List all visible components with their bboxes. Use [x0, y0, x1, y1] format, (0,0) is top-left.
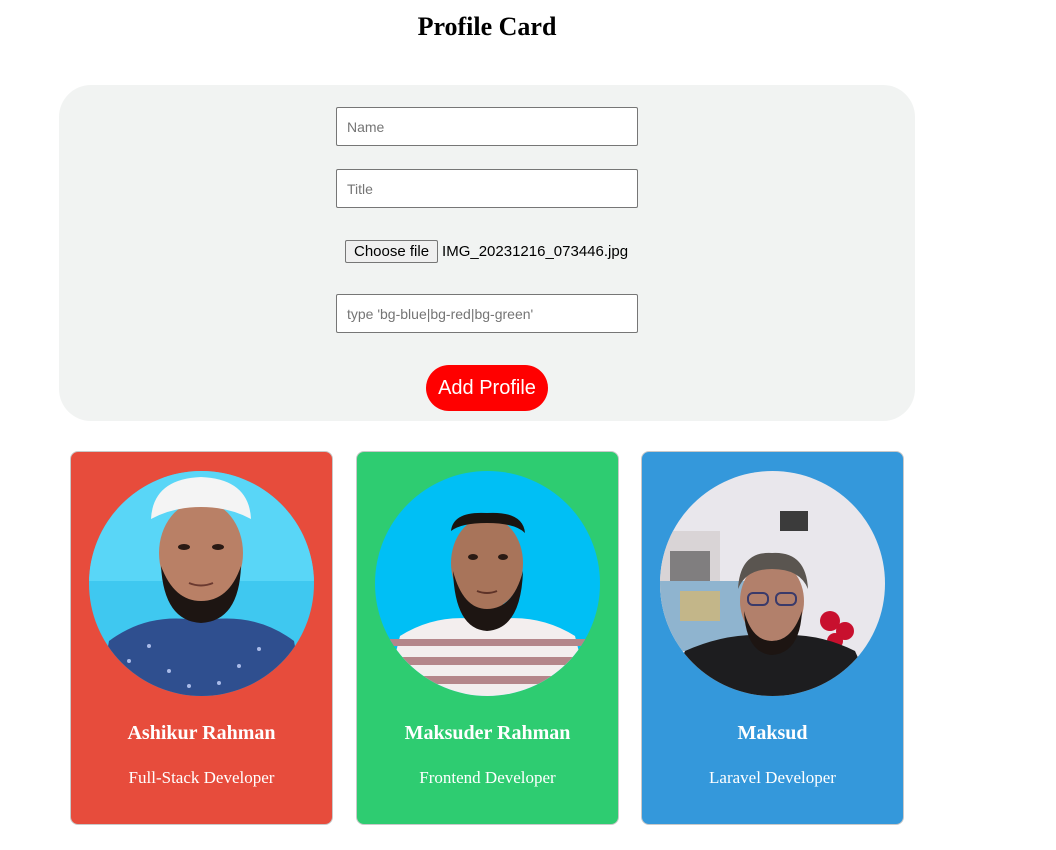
profile-name: Maksud [737, 722, 808, 744]
selected-file-name: IMG_20231216_073446.jpg [442, 243, 629, 260]
title-input[interactable] [336, 169, 638, 208]
add-profile-form: Choose file IMG_20231216_073446.jpg Add … [59, 85, 915, 421]
profile-photo [375, 471, 600, 696]
profile-card: Ashikur Rahman Full-Stack Developer [70, 451, 333, 825]
profile-card: Maksud Laravel Developer [641, 451, 904, 825]
profile-title: Full-Stack Developer [128, 768, 275, 787]
add-profile-button[interactable]: Add Profile [426, 365, 548, 411]
name-input[interactable] [336, 107, 638, 146]
profile-name: Maksuder Rahman [404, 722, 571, 744]
profile-card: Maksuder Rahman Frontend Developer [356, 451, 619, 825]
profile-photo [89, 471, 314, 696]
profile-title: Laravel Developer [709, 768, 836, 787]
choose-file-button[interactable]: Choose file [345, 240, 439, 263]
profile-photo [660, 471, 885, 696]
page-title: Profile Card [417, 12, 557, 41]
file-picker: Choose file IMG_20231216_073446.jpg [345, 240, 628, 263]
profile-title: Frontend Developer [419, 768, 556, 787]
profile-name: Ashikur Rahman [127, 722, 276, 744]
background-class-input[interactable] [336, 294, 638, 333]
